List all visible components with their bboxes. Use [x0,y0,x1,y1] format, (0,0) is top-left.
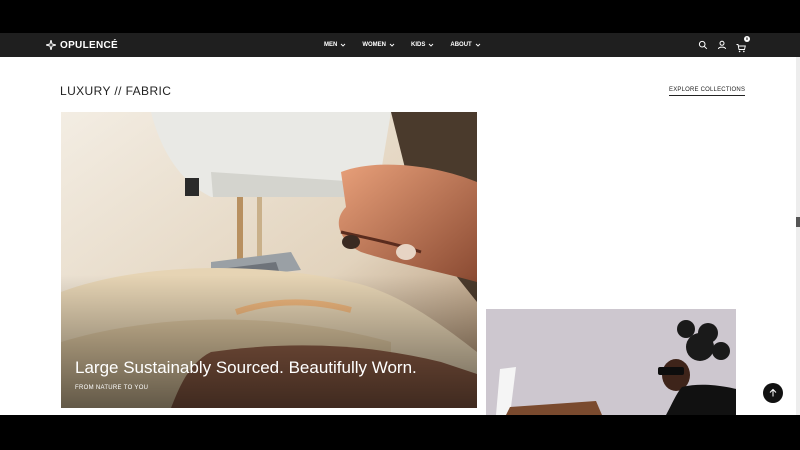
header-actions: 0 [698,33,750,57]
page-scrollbar[interactable] [796,57,800,415]
hero-banner[interactable]: Large Sustainably Sourced. Beautifully W… [61,112,477,408]
chevron-down-icon [475,43,481,47]
letterbox-bottom [0,415,800,450]
page-content: LUXURY // FABRIC EXPLORE COLLECTIONS Lar… [0,57,796,415]
back-to-top-button[interactable] [763,383,783,403]
menu-item-kids[interactable]: KIDS [411,42,434,48]
search-icon[interactable] [698,40,708,50]
chevron-down-icon [389,43,395,47]
brand-mark-icon [46,40,56,50]
menu-item-label: WOMEN [362,42,387,48]
fashion-model-image[interactable] [486,309,736,415]
top-navbar: OPULENCÉ MEN WOMEN KIDS ABOUT 0 [0,33,800,57]
cart-button[interactable]: 0 [736,36,750,53]
hero-headline: Large Sustainably Sourced. Beautifully W… [75,358,417,377]
chevron-down-icon [341,43,346,47]
main-menu: MEN WOMEN KIDS ABOUT [324,33,481,57]
user-icon[interactable] [717,40,727,50]
section-title: LUXURY // FABRIC [60,84,172,98]
menu-item-about[interactable]: ABOUT [450,42,481,48]
menu-item-label: ABOUT [450,42,472,48]
cart-count-badge: 0 [744,36,750,42]
letterbox-top [0,0,800,33]
hero-subtext: FROM NATURE TO YOU [75,385,149,391]
chevron-down-icon [429,43,434,47]
cart-icon [736,44,746,53]
menu-item-label: KIDS [411,42,426,48]
menu-item-label: MEN [324,42,338,48]
brand-name: OPULENCÉ [60,39,118,51]
arrow-up-icon [769,388,777,397]
brand-logo[interactable]: OPULENCÉ [46,33,118,57]
model-photo [486,309,736,415]
explore-collections-link[interactable]: EXPLORE COLLECTIONS [669,87,746,96]
menu-item-women[interactable]: WOMEN [362,42,395,48]
menu-item-men[interactable]: MEN [324,42,346,48]
scrollbar-thumb[interactable] [796,217,800,227]
